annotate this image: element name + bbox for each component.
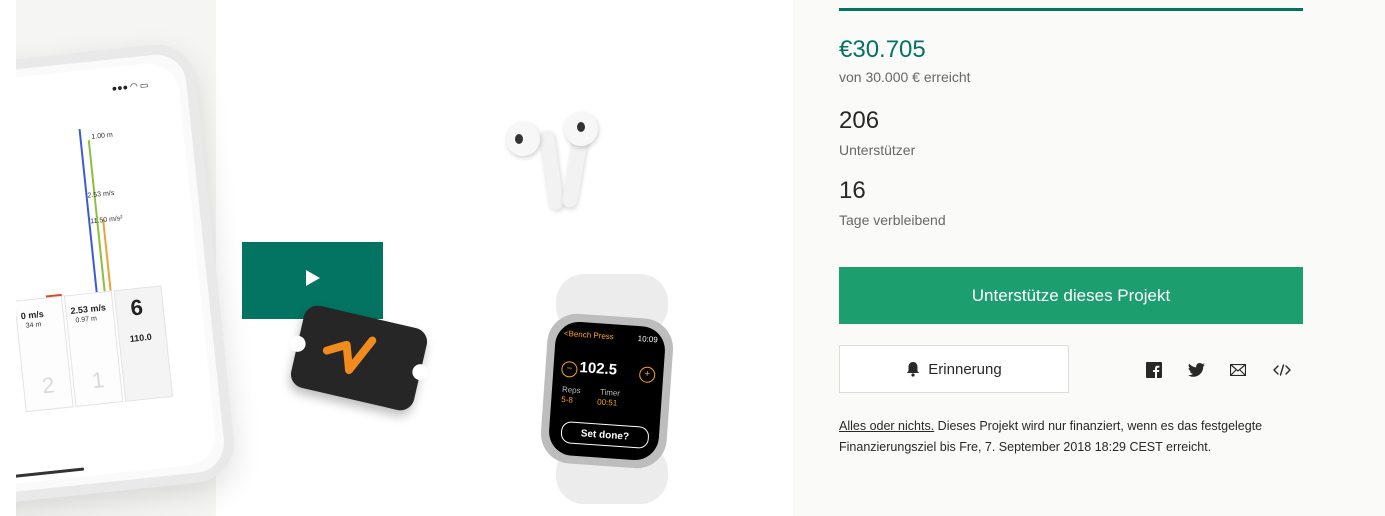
phone-cell-sub: 0.97 m bbox=[75, 315, 98, 325]
airpod-stem bbox=[538, 129, 565, 211]
watch-reps-label: Reps bbox=[561, 384, 581, 396]
sensor-device-image bbox=[288, 302, 430, 414]
phone-graph-label: 2.53 m/s bbox=[87, 189, 115, 200]
funding-progress-bar bbox=[839, 8, 1303, 11]
minus-icon: − bbox=[560, 360, 578, 378]
campaign-stats-panel: €30.705 von 30.000 € erreicht 206 Unters… bbox=[793, 0, 1385, 516]
watch-timer-label: Timer bbox=[599, 387, 621, 398]
embed-icon[interactable] bbox=[1271, 361, 1293, 379]
phone-cell-value: 2.53 m/s bbox=[69, 302, 107, 316]
all-or-nothing-link[interactable]: Alles oder nichts. bbox=[839, 419, 934, 433]
facebook-icon[interactable] bbox=[1145, 361, 1163, 379]
phone-cell: 6 110.0 bbox=[113, 285, 174, 402]
airpod-head bbox=[506, 122, 540, 156]
phone-cell-sub: 34 m bbox=[25, 321, 42, 330]
phone-cell: 2.53 m/s 0.97 m 1 bbox=[63, 290, 124, 407]
airpod-head bbox=[564, 112, 598, 146]
watch-timer-value: 00:51 bbox=[596, 397, 618, 408]
watch-weight: 102.5 bbox=[578, 359, 618, 379]
watch-time: 10:09 bbox=[637, 334, 659, 345]
backers-label: Unterstützer bbox=[839, 142, 916, 158]
days-label: Tage verbleibend bbox=[839, 212, 946, 228]
phone-ghost-number: 1 bbox=[90, 366, 106, 394]
email-icon[interactable] bbox=[1229, 361, 1247, 379]
watch-set-done-button: Set done? bbox=[560, 420, 650, 450]
funding-progress-fill bbox=[839, 8, 1303, 11]
airpod-dot bbox=[577, 122, 585, 132]
remind-me-button[interactable]: Erinnerung bbox=[839, 345, 1069, 393]
phone-cell-value: 0 m/s bbox=[20, 308, 45, 322]
phone-screen: ●●● ◠ ▭ 1.00 m 2.53 m/s 11.50 m/s² 0 m/s… bbox=[16, 60, 219, 500]
remind-me-label: Erinnerung bbox=[928, 360, 1002, 378]
days-remaining: 16 bbox=[839, 177, 866, 204]
all-or-nothing-notice: Alles oder nichts. Dieses Projekt wird n… bbox=[839, 416, 1309, 458]
watch-image: <Bench Press 10:09 − 102.5 + Reps 5-8 Ti… bbox=[538, 311, 676, 471]
goal-text: von 30.000 € erreicht bbox=[839, 69, 971, 85]
phone-status-icons: ●●● ◠ ▭ bbox=[111, 79, 149, 94]
play-icon bbox=[304, 269, 322, 292]
sensor-logo-icon bbox=[322, 336, 377, 375]
bell-icon bbox=[906, 361, 920, 377]
phone-home-indicator bbox=[16, 467, 85, 478]
airpod-dot bbox=[515, 134, 523, 144]
phone-graph-label: 1.00 m bbox=[91, 131, 114, 141]
watch-screen: <Bench Press 10:09 − 102.5 + Reps 5-8 Ti… bbox=[547, 320, 667, 462]
twitter-icon[interactable] bbox=[1187, 361, 1205, 379]
back-project-button[interactable]: Unterstütze dieses Projekt bbox=[839, 267, 1303, 324]
pledged-amount: €30.705 bbox=[839, 36, 926, 63]
watch-reps-value: 5-8 bbox=[560, 394, 574, 405]
phone-cell-value: 110.0 bbox=[129, 331, 153, 344]
backers-count: 206 bbox=[839, 107, 880, 134]
phone-ghost-number: 2 bbox=[40, 372, 56, 399]
plus-icon: + bbox=[638, 366, 656, 384]
watch-exercise: <Bench Press bbox=[563, 328, 615, 342]
phone-cell-value: 6 bbox=[129, 294, 145, 321]
project-media: ●●● ◠ ▭ 1.00 m 2.53 m/s 11.50 m/s² 0 m/s… bbox=[16, 0, 793, 516]
